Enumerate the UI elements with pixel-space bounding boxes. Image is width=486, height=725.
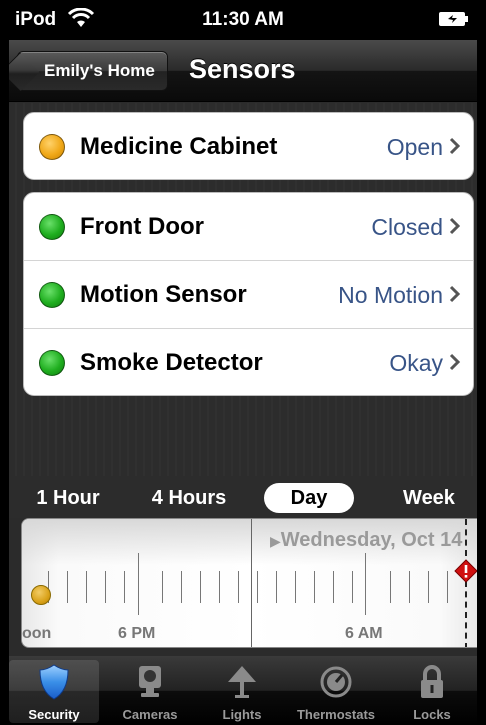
sensor-list: Medicine Cabinet Open Front Door Closed … (9, 103, 477, 476)
tab-locks[interactable]: Locks (387, 660, 477, 723)
sensor-group: Front Door Closed Motion Sensor No Motio… (23, 192, 474, 396)
sensor-name: Medicine Cabinet (80, 133, 278, 160)
lamp-icon (228, 666, 256, 698)
sensor-group: Medicine Cabinet Open (23, 112, 474, 180)
timeline-tick (409, 571, 410, 603)
sensor-status: Open (386, 134, 443, 160)
sensor-row-front-door[interactable]: Front Door Closed (24, 193, 473, 261)
timeline-label-noon: oon (22, 625, 52, 642)
navigation-bar: Emily's Home Sensors (9, 40, 477, 102)
tab-thermostats[interactable]: Thermostats (291, 660, 381, 723)
timeline-tick (257, 571, 258, 603)
timeline-tick (238, 571, 239, 603)
app-screen: iPod 11:30 AM Emily's Home Sensors Medic… (9, 0, 477, 725)
lock-icon (421, 665, 443, 698)
now-line (465, 519, 467, 647)
timeline-tick (333, 571, 334, 603)
sensor-status: No Motion (338, 282, 443, 308)
timeline-tick (162, 571, 163, 603)
day-divider (251, 519, 252, 647)
page-title: Sensors (189, 54, 296, 84)
tab-label: Cameras (122, 707, 178, 722)
tab-lights[interactable]: Lights (197, 660, 287, 723)
timeline-tick (352, 571, 353, 603)
back-button[interactable]: Emily's Home (17, 51, 168, 91)
shield-icon (39, 664, 69, 700)
sensor-status: Closed (371, 214, 443, 240)
tab-cameras[interactable]: Cameras (105, 660, 195, 723)
status-bar: iPod 11:30 AM (9, 0, 477, 40)
event-timeline[interactable]: ▶Wednesday, Oct 14 oon 6 PM 6 AM (21, 518, 477, 648)
timeline-tick (276, 571, 277, 603)
timeline-tick (219, 571, 220, 603)
back-button-label: Emily's Home (44, 61, 155, 80)
tab-label: Lights (222, 707, 262, 722)
alert-icon[interactable] (454, 559, 477, 583)
timeline-tick (138, 553, 139, 615)
timeline-label-6am: 6 AM (345, 625, 383, 642)
timeline-label-6pm: 6 PM (118, 625, 156, 642)
timeline-tick (295, 571, 296, 603)
range-tab-4-hours[interactable]: 4 Hours (137, 483, 241, 513)
play-indicator-icon: ▶ (270, 533, 281, 549)
timeline-tick (390, 571, 391, 603)
status-indicator-icon (39, 282, 65, 308)
tab-label: Locks (413, 707, 451, 722)
sensor-name: Smoke Detector (80, 349, 263, 376)
status-indicator-icon (39, 134, 65, 160)
timeline-tick (428, 571, 429, 603)
chevron-right-icon (449, 137, 461, 155)
range-tab-1-hour[interactable]: 1 Hour (23, 483, 113, 513)
timeline-tick (200, 571, 201, 603)
chevron-right-icon (449, 217, 461, 235)
timeline-date: ▶Wednesday, Oct 14 (270, 529, 463, 551)
timeline-tick (124, 571, 125, 603)
chevron-right-icon (449, 353, 461, 371)
thermostat-icon (320, 666, 352, 698)
clock: 11:30 AM (202, 9, 284, 30)
timeline-tick (447, 571, 448, 603)
range-tab-day[interactable]: Day (264, 483, 354, 513)
sensor-row-medicine-cabinet[interactable]: Medicine Cabinet Open (24, 113, 473, 179)
status-indicator-icon (39, 350, 65, 376)
sensor-name: Front Door (80, 213, 204, 240)
timeline-tick (86, 571, 87, 603)
range-tab-week[interactable]: Week (389, 483, 469, 513)
chevron-right-icon (449, 285, 461, 303)
camera-icon (139, 666, 161, 697)
sensor-row-smoke-detector[interactable]: Smoke Detector Okay (24, 329, 473, 395)
tab-label: Security (28, 707, 80, 722)
tab-bar: Security Cameras Lights Thermostats Lock… (9, 656, 477, 725)
event-marker[interactable] (31, 585, 51, 605)
sensor-row-motion-sensor[interactable]: Motion Sensor No Motion (24, 261, 473, 329)
timeline-tick (67, 571, 68, 603)
timeline-tick (365, 553, 366, 615)
time-range-selector: 1 Hour 4 Hours Day Week (9, 476, 477, 518)
tab-label: Thermostats (296, 707, 376, 722)
sensor-name: Motion Sensor (80, 281, 247, 308)
timeline-tick (105, 571, 106, 603)
status-indicator-icon (39, 214, 65, 240)
timeline-tick (181, 571, 182, 603)
tab-security[interactable]: Security (9, 660, 99, 723)
sensor-status: Okay (389, 350, 443, 376)
timeline-tick (314, 571, 315, 603)
battery-charging-icon (439, 12, 468, 26)
